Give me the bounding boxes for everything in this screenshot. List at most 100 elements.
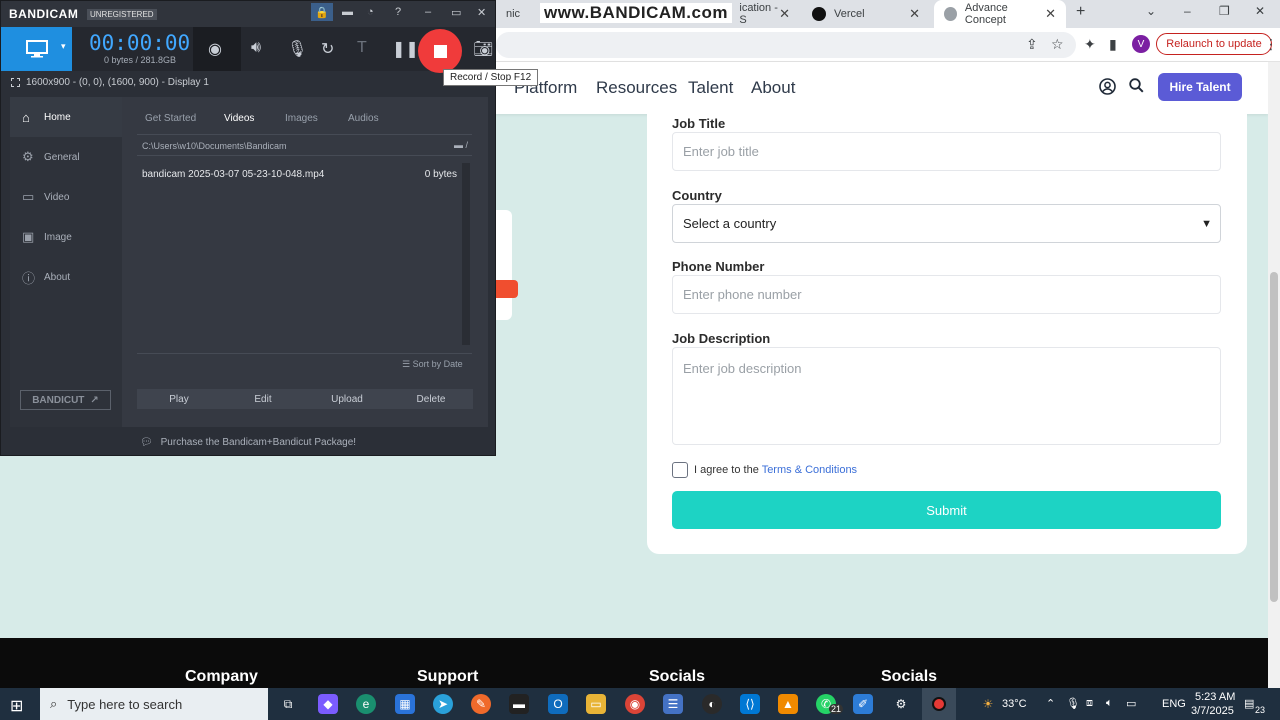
tab-images[interactable]: Images [285, 113, 318, 124]
sidebar-item-video[interactable]: ▭ Video [10, 177, 122, 217]
open-folder-icon[interactable]: ▬ / [454, 140, 468, 150]
submit-button[interactable]: Submit [672, 491, 1221, 529]
list-item[interactable]: bandicam 2025-03-07 05-23-10-048.mp4 0 b… [142, 169, 457, 180]
close-icon[interactable]: ✕ [477, 6, 486, 19]
sidebar-item-image[interactable]: ▣ Image [10, 217, 122, 257]
page-scrollbar[interactable] [1268, 62, 1280, 688]
nav-about[interactable]: About [751, 78, 795, 98]
notification-center-icon[interactable]: ▤ [1244, 697, 1254, 710]
webcam-icon[interactable]: ◉ [208, 39, 222, 59]
country-select[interactable]: Select a country ▼ [672, 204, 1221, 243]
search-icon[interactable] [1129, 78, 1144, 98]
settings-gear-icon[interactable]: ⚙ [891, 694, 911, 714]
sidebar-item-about[interactable]: ⓘ About [10, 257, 122, 297]
sidebar-item-home[interactable]: ⌂ Home [10, 97, 122, 137]
tab-audios[interactable]: Audios [348, 113, 379, 124]
text-overlay-icon[interactable]: T [357, 39, 367, 57]
copilot-icon[interactable]: ◆ [318, 694, 338, 714]
vscode-icon[interactable]: ⟨⟩ [740, 694, 760, 714]
bookmark-star-icon[interactable]: ☆ [1051, 36, 1064, 53]
sort-by-date-button[interactable]: ☰ Sort by Date [402, 359, 463, 370]
bandicam-taskbar-icon[interactable] [922, 688, 956, 720]
play-button[interactable]: Play [137, 389, 221, 409]
new-tab-icon[interactable]: + [1076, 3, 1085, 21]
speaker-icon[interactable]: 🔊︎ [251, 39, 261, 57]
tab-videos[interactable]: Videos [224, 113, 254, 124]
terms-conditions-link[interactable]: Terms & Conditions [762, 464, 857, 476]
tab-close-icon[interactable]: ✕ [779, 6, 790, 22]
restore-icon[interactable]: ❐ [1219, 4, 1230, 18]
chrome-icon[interactable]: ◉ [625, 694, 645, 714]
minimize-icon[interactable]: – [1184, 4, 1191, 18]
volume-icon[interactable]: 🔈︎ [1106, 697, 1113, 710]
postman-icon[interactable]: ✎ [471, 694, 491, 714]
close-window-icon[interactable]: ✕ [1255, 4, 1265, 18]
hire-talent-button[interactable]: Hire Talent [1158, 73, 1242, 101]
cursor-effect-icon[interactable]: ↻ [321, 39, 334, 59]
browser-tab-1[interactable]: nic [496, 0, 538, 28]
browser-tab-vercel[interactable]: Vercel ✕ [802, 0, 930, 28]
edge-icon[interactable]: e [356, 694, 376, 714]
file-explorer-icon[interactable]: ▭ [586, 694, 606, 714]
telegram-icon[interactable]: ➤ [433, 694, 453, 714]
screenshot-camera-icon[interactable]: 📷︎ [473, 39, 493, 59]
help-icon[interactable]: ? [395, 6, 401, 18]
extensions-puzzle-icon[interactable]: ✦ [1084, 36, 1096, 53]
outlook-icon[interactable]: O [548, 694, 568, 714]
tab-close-icon[interactable]: ✕ [1045, 6, 1056, 22]
file-list-scrollbar[interactable] [462, 163, 470, 345]
browser-tab-advance-concept[interactable]: Advance Concept ✕ [934, 0, 1066, 28]
profile-avatar[interactable]: V [1132, 35, 1150, 53]
upload-button[interactable]: Upload [305, 389, 389, 409]
weather-icon[interactable]: ☀ [978, 694, 998, 714]
sidebar-item-general[interactable]: ⚙ General [10, 137, 122, 177]
paint-icon[interactable]: ✐ [853, 694, 873, 714]
record-stop-button[interactable] [418, 29, 462, 73]
bandicam-statusbar[interactable]: 💬︎ Purchase the Bandicam+Bandicut Packag… [1, 429, 495, 455]
microphone-icon[interactable]: 🎙︎ [287, 39, 307, 59]
task-view-icon[interactable]: ⧉ [278, 694, 298, 714]
show-hidden-icons[interactable]: ⌃ [1046, 697, 1055, 710]
address-bar[interactable] [496, 32, 1076, 58]
vlc-icon[interactable]: ▲ [778, 694, 798, 714]
clock-date[interactable]: 3/7/2025 [1191, 705, 1234, 717]
terminal-icon[interactable]: ▬ [509, 694, 529, 714]
battery-icon[interactable]: ▭ [1126, 697, 1136, 710]
taskbar-search-box[interactable]: ⌕ Type here to search [40, 688, 268, 720]
nav-talent[interactable]: Talent [688, 78, 733, 98]
minimize-icon[interactable]: – [425, 6, 431, 18]
tab-close-icon[interactable]: ✕ [909, 6, 920, 22]
browser-menu-icon[interactable]: ⋮ [1264, 36, 1278, 53]
clock-time[interactable]: 5:23 AM [1195, 691, 1235, 703]
delete-button[interactable]: Delete [389, 389, 473, 409]
tab-search-chevron-icon[interactable]: ⌄ [1146, 4, 1156, 18]
job-description-textarea[interactable]: Enter job description [672, 347, 1221, 445]
job-title-input[interactable]: Enter job title [672, 132, 1221, 171]
store-icon[interactable]: ▦ [395, 694, 415, 714]
network-icon[interactable]: ⧈ [1086, 697, 1093, 710]
side-panel-icon[interactable]: ▮ [1109, 36, 1117, 53]
shrink-icon[interactable]: ▭ [451, 6, 461, 19]
phone-number-input[interactable]: Enter phone number [672, 275, 1221, 314]
scrollbar-thumb[interactable] [1270, 272, 1278, 602]
mode-dropdown-icon[interactable]: ▾ [61, 41, 66, 52]
clock-icon[interactable]: ◔ [367, 6, 374, 18]
language-indicator[interactable]: ENG [1162, 698, 1186, 710]
pause-icon[interactable]: ❚❚ [392, 39, 419, 59]
microphone-tray-icon[interactable]: 🎙︎ [1066, 697, 1080, 710]
edit-button[interactable]: Edit [221, 389, 305, 409]
relaunch-to-update-button[interactable]: Relaunch to update [1156, 33, 1272, 55]
bandicut-button[interactable]: BANDICUT ↗ [20, 390, 111, 410]
windows-start-icon[interactable]: ⊞ [10, 696, 23, 716]
github-desktop-icon[interactable]: ◐ [702, 694, 722, 714]
share-icon[interactable]: ⇪ [1026, 36, 1038, 53]
lock-icon[interactable]: 🔒 [311, 3, 333, 21]
terms-checkbox[interactable] [672, 462, 688, 478]
folder-icon[interactable]: ▬ [342, 6, 353, 18]
footer-heading-support: Support [417, 668, 479, 685]
info-icon: ⓘ [22, 270, 36, 286]
user-account-icon[interactable] [1099, 78, 1116, 100]
nav-resources[interactable]: Resources [596, 78, 677, 98]
notepad-icon[interactable]: ☰ [663, 694, 683, 714]
tab-get-started[interactable]: Get Started [145, 113, 196, 124]
